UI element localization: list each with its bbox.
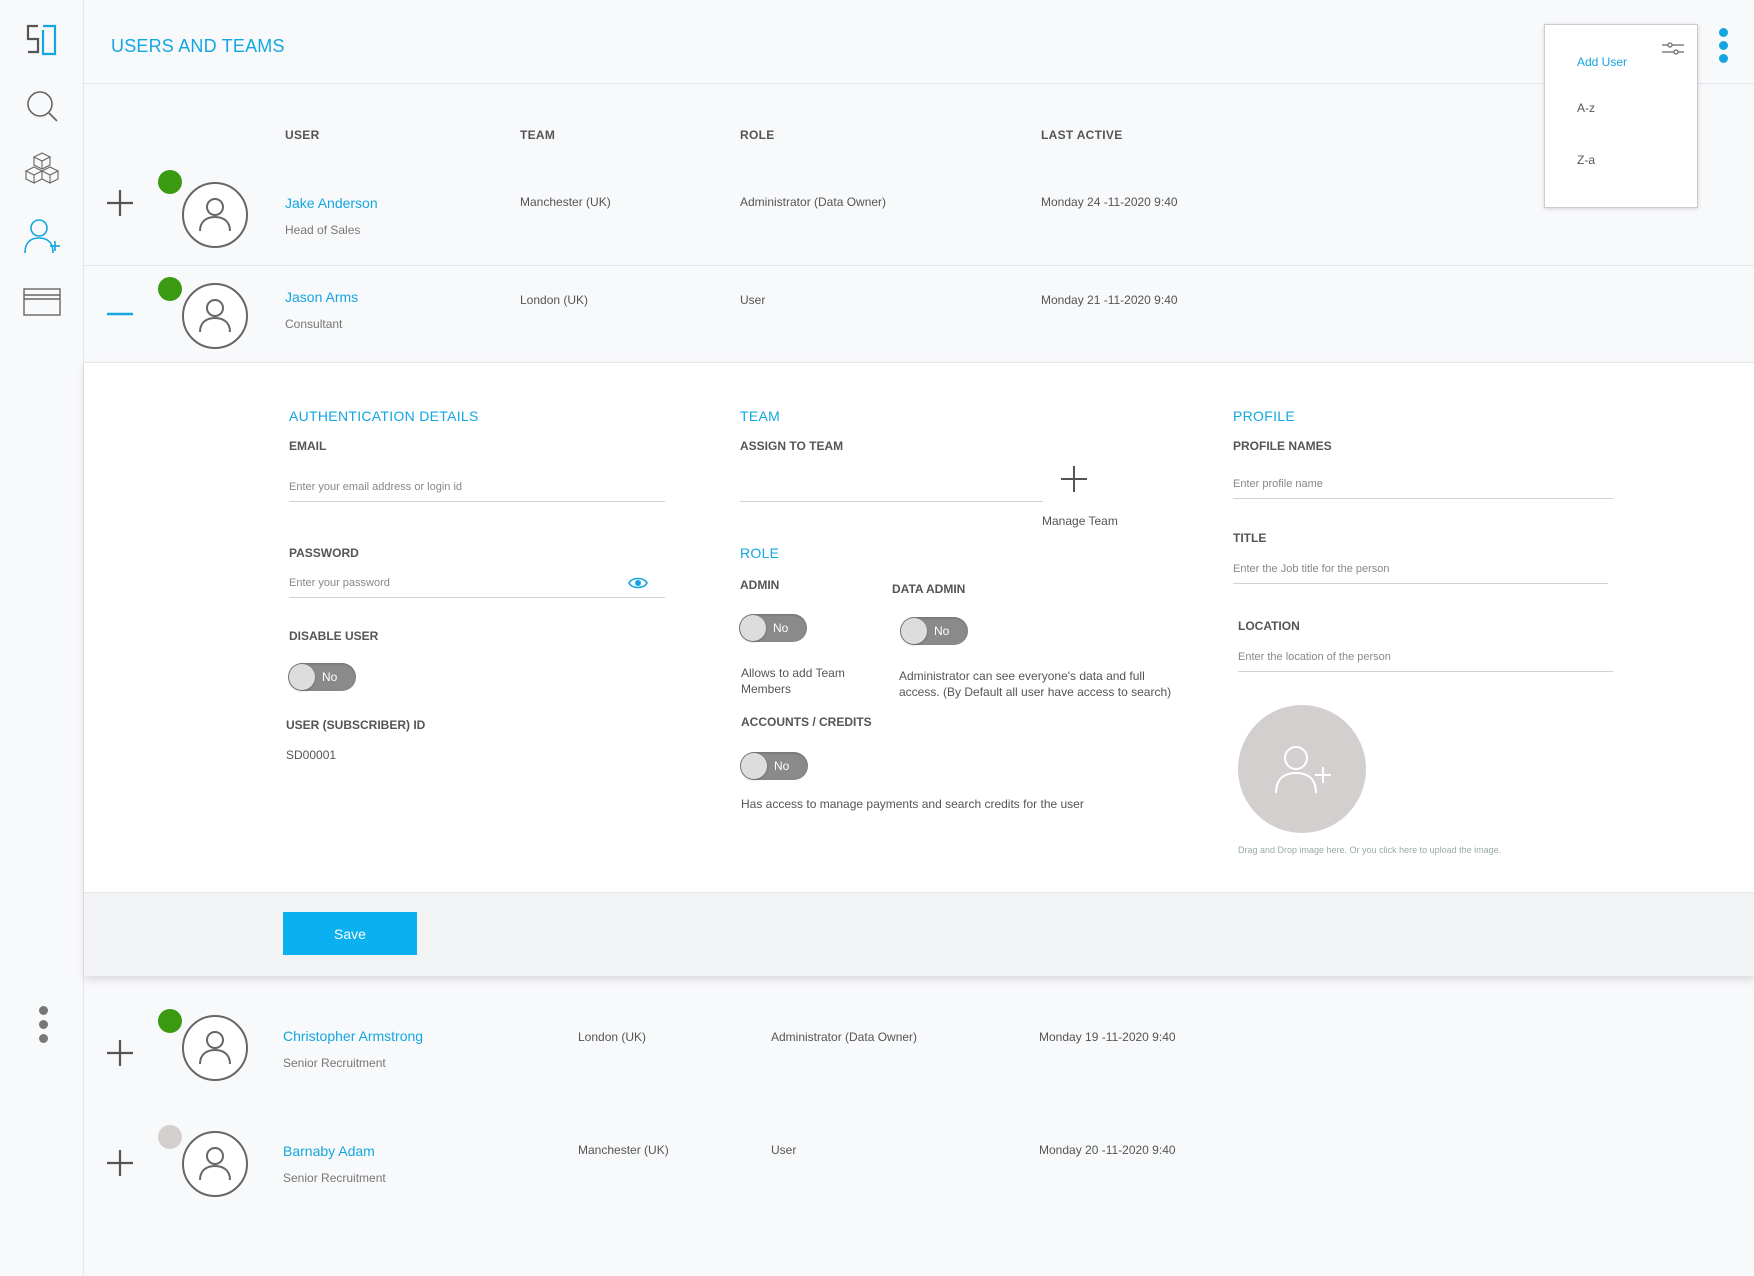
menu-item-sort-za[interactable]: Z-a [1577, 153, 1595, 167]
user-role: User [740, 293, 766, 307]
panel-footer: Save [84, 892, 1754, 976]
expand-plus-icon[interactable] [105, 1148, 135, 1178]
toggle-value: No [322, 670, 338, 684]
data-admin-toggle[interactable]: No [900, 617, 968, 645]
profile-names-label: PROFILE NAMES [1233, 439, 1332, 453]
auth-section-title: AUTHENTICATION DETAILS [289, 408, 479, 424]
password-field[interactable] [289, 568, 665, 598]
toggle-knob [740, 615, 766, 641]
accounts-credits-label: ACCOUNTS / CREDITS [741, 715, 872, 729]
assign-team-label: ASSIGN TO TEAM [740, 439, 844, 453]
add-user-icon[interactable] [20, 214, 64, 258]
user-last-active: Monday 24 -11-2020 9:40 [1041, 195, 1178, 209]
admin-description: Allows to add Team Members [741, 666, 845, 696]
avatar [182, 283, 248, 349]
user-role: Administrator (Data Owner) [740, 195, 887, 209]
expand-plus-icon[interactable] [105, 188, 135, 218]
header: USERS AND TEAMS [84, 0, 1754, 84]
email-field[interactable] [289, 472, 665, 502]
profile-image-upload[interactable] [1238, 705, 1366, 833]
avatar [182, 1131, 248, 1197]
user-name[interactable]: Barnaby Adam [283, 1143, 375, 1159]
online-status-dot [158, 170, 182, 194]
online-status-dot [158, 1009, 182, 1033]
user-title: Consultant [285, 317, 343, 331]
user-team: Manchester (UK) [520, 195, 611, 209]
toggle-knob [289, 664, 315, 690]
toggle-value: No [774, 759, 790, 773]
more-options-icon[interactable] [39, 1006, 49, 1044]
user-title: Senior Recruitment [283, 1056, 386, 1070]
collapse-minus-icon[interactable] [105, 299, 135, 329]
user-detail-panel: AUTHENTICATION DETAILS EMAIL PASSWORD DI… [84, 362, 1754, 976]
sort-dropdown-menu: Add User A-z Z-a [1544, 24, 1698, 208]
profile-name-field[interactable] [1233, 469, 1613, 499]
accounts-credits-toggle[interactable]: No [740, 752, 808, 780]
toggle-knob [741, 753, 767, 779]
toggle-value: No [773, 621, 789, 635]
column-header-team[interactable]: TEAM [520, 128, 555, 142]
divider [84, 265, 1754, 266]
user-title: Head of Sales [285, 223, 361, 237]
search-icon[interactable] [20, 84, 64, 128]
card-icon[interactable] [20, 280, 64, 324]
team-section-title: TEAM [740, 408, 781, 424]
data-admin-description: Administrator can see everyone's data an… [899, 669, 1172, 699]
job-title-field[interactable] [1233, 554, 1608, 584]
offline-status-dot [158, 1125, 182, 1149]
user-last-active: Monday 20 -11-2020 9:40 [1039, 1143, 1176, 1157]
toggle-value: No [934, 624, 950, 638]
user-last-active: Monday 21 -11-2020 9:40 [1041, 293, 1178, 307]
data-admin-label: DATA ADMIN [892, 582, 966, 596]
save-button[interactable]: Save [283, 912, 417, 955]
user-team: Manchester (UK) [578, 1143, 669, 1157]
menu-item-sort-az[interactable]: A-z [1577, 101, 1595, 115]
add-team-plus-icon[interactable] [1060, 465, 1088, 493]
avatar [182, 1015, 248, 1081]
user-id-value: SD00001 [286, 748, 337, 762]
menu-kebab-icon[interactable] [1717, 26, 1729, 66]
column-header-role[interactable]: ROLE [740, 128, 775, 142]
admin-label: ADMIN [740, 578, 780, 592]
user-id-label: USER (SUBSCRIBER) ID [286, 718, 426, 732]
location-label: LOCATION [1238, 619, 1300, 633]
user-last-active: Monday 19 -11-2020 9:40 [1039, 1030, 1176, 1044]
column-header-user[interactable]: USER [285, 128, 320, 142]
filter-sliders-icon[interactable] [1661, 39, 1685, 59]
title-label: TITLE [1233, 531, 1267, 545]
user-name[interactable]: Jake Anderson [285, 195, 378, 211]
cubes-icon[interactable] [20, 148, 64, 192]
role-section-title: ROLE [740, 545, 780, 561]
admin-toggle[interactable]: No [739, 614, 807, 642]
show-password-eye-icon[interactable] [624, 569, 652, 597]
menu-item-add-user[interactable]: Add User [1577, 55, 1627, 69]
app-logo[interactable] [20, 18, 64, 62]
expand-plus-icon[interactable] [105, 1038, 135, 1068]
avatar [182, 182, 248, 248]
profile-section-title: PROFILE [1233, 408, 1296, 424]
location-field[interactable] [1238, 642, 1613, 672]
assign-team-field[interactable] [740, 472, 1043, 502]
disable-user-label: DISABLE USER [289, 629, 379, 643]
page-title: USERS AND TEAMS [111, 36, 285, 56]
user-role: User [771, 1143, 797, 1157]
manage-team-link[interactable]: Manage Team [1042, 513, 1118, 529]
user-name[interactable]: Jason Arms [285, 289, 358, 305]
user-role: Administrator (Data Owner) [771, 1030, 918, 1044]
user-name[interactable]: Christopher Armstrong [283, 1028, 423, 1044]
user-team: London (UK) [520, 293, 589, 307]
upload-hint[interactable]: Drag and Drop image here. Or you click h… [1238, 845, 1501, 855]
sidebar [0, 0, 84, 1276]
password-label: PASSWORD [289, 546, 359, 560]
online-status-dot [158, 277, 182, 301]
user-title: Senior Recruitment [283, 1171, 386, 1185]
column-header-last-active[interactable]: LAST ACTIVE [1041, 128, 1123, 142]
email-label: EMAIL [289, 439, 327, 453]
accounts-credits-description: Has access to manage payments and search… [741, 797, 1084, 811]
disable-user-toggle[interactable]: No [288, 663, 356, 691]
toggle-knob [901, 618, 927, 644]
user-team: London (UK) [578, 1030, 647, 1044]
